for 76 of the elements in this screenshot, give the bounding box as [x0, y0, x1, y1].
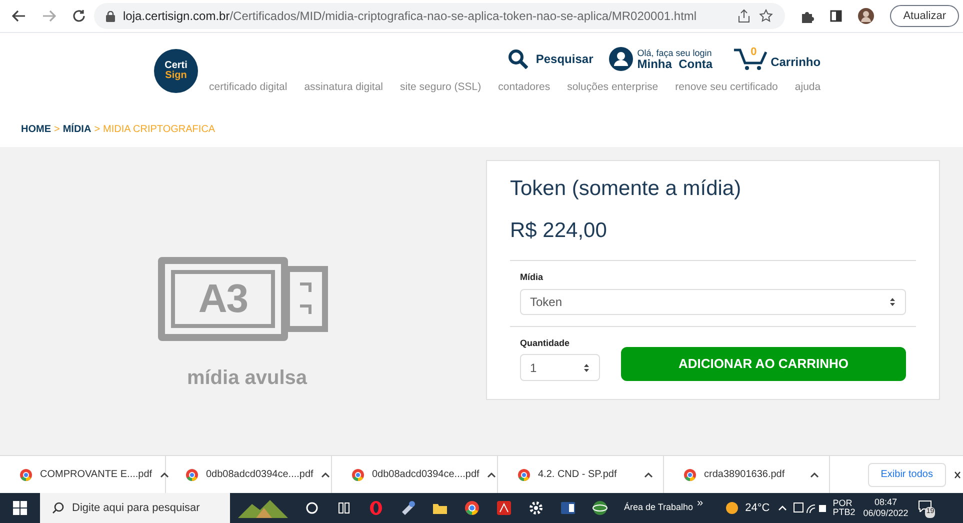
cortana-icon[interactable]: [304, 500, 320, 516]
download-file[interactable]: COMPROVANTE E....pdf: [40, 467, 152, 482]
media-select[interactable]: Token: [520, 288, 906, 314]
field-label: Quantidade: [520, 336, 571, 350]
sort-arrows-icon: [583, 362, 590, 372]
breadcrumb-separator: >: [94, 123, 100, 137]
field-label: Mídia: [520, 271, 544, 284]
search-icon: [508, 49, 528, 69]
back-icon[interactable]: [12, 9, 26, 23]
download-file[interactable]: crda38901636.pdf: [704, 467, 802, 482]
nav-link[interactable]: contadores: [498, 80, 550, 96]
overflow-chevron[interactable]: »: [697, 494, 704, 512]
logo: Certi Sign: [154, 49, 198, 93]
chrome-icon: [684, 468, 696, 480]
product-price: R$ 224,00: [510, 218, 608, 244]
word-icon[interactable]: [560, 500, 576, 516]
nav-link[interactable]: soluções enterprise: [567, 80, 658, 96]
chevron-up-icon[interactable]: [160, 472, 170, 478]
image-caption: mídia avulsa: [186, 366, 308, 391]
chrome-icon: [20, 468, 32, 480]
close-icon[interactable]: [954, 470, 961, 478]
nav-link[interactable]: renove seu certificado: [675, 80, 778, 96]
chrome-icon: [518, 468, 530, 480]
opera-icon[interactable]: [368, 500, 384, 516]
reload-icon[interactable]: [72, 9, 86, 23]
notification-icon: [918, 500, 932, 512]
nav-link[interactable]: site seguro (SSL): [400, 80, 482, 96]
windows-start-icon[interactable]: [13, 501, 27, 515]
chevron-up-icon[interactable]: [810, 472, 819, 478]
globe-icon[interactable]: [592, 500, 608, 516]
clock[interactable]: 08:47 06/09/2022: [863, 498, 908, 518]
download-file[interactable]: 4.2. CND - SP.pdf: [538, 467, 636, 482]
add-to-cart-button[interactable]: ADICIONAR AO CARRINHO: [621, 347, 906, 381]
breadcrumb-link[interactable]: HOME: [21, 122, 51, 137]
nav-link[interactable]: assinatura digital: [304, 80, 384, 96]
chrome-icon: [186, 468, 198, 480]
update-button[interactable]: Atualizar: [890, 5, 959, 27]
user-icon: [609, 47, 634, 71]
chevron-up-icon[interactable]: [487, 472, 496, 478]
puzzle-icon[interactable]: [801, 10, 814, 22]
nav-link[interactable]: ajuda: [794, 80, 821, 96]
avatar-icon[interactable]: [858, 8, 874, 24]
star-icon[interactable]: [759, 9, 774, 23]
weather-sun-icon[interactable]: [725, 501, 740, 515]
product-title: Token (somente a mídia): [510, 176, 742, 202]
taskbar-search-field[interactable]: Digite aqui para pesquisar: [40, 493, 230, 523]
search-link[interactable]: Pesquisar: [508, 49, 594, 69]
cart-count: 0: [750, 45, 757, 60]
pdf-reader-icon[interactable]: [496, 500, 512, 516]
temperature: 24°C: [745, 500, 770, 516]
sort-arrows-icon: [889, 296, 896, 306]
chevron-up-icon[interactable]: [321, 472, 330, 478]
cart-link[interactable]: 0 Carrinho: [732, 47, 821, 71]
download-file[interactable]: 0db08adcd0394ce....pdf: [372, 467, 480, 482]
usb-token-drawing: A3: [158, 257, 328, 341]
search-icon: [52, 502, 64, 514]
download-file[interactable]: 0db08adcd0394ce....pdf: [206, 467, 314, 482]
address-bar[interactable]: loja.certisign.com.br/Certificados/MID/midia-criptografica-nao-se-aplica-token-nao-se-aplica/MR020001.html: [94, 3, 786, 29]
chevron-up-icon[interactable]: [644, 472, 653, 478]
chrome-icon: [352, 468, 364, 480]
brush-icon[interactable]: [400, 500, 416, 516]
quantity-select[interactable]: 1: [520, 354, 600, 381]
show-all-button[interactable]: Exibir todos: [868, 462, 946, 486]
share-icon[interactable]: [737, 9, 752, 23]
cart-icon: [732, 47, 767, 71]
sidebar-icon[interactable]: [830, 10, 842, 22]
breadcrumb-link[interactable]: MÍDIA: [62, 122, 92, 137]
breadcrumb-separator: >: [54, 123, 60, 137]
account-link[interactable]: Olá, faça seu login Minha Conta: [609, 47, 713, 71]
nav-link[interactable]: certificado digital: [209, 80, 288, 96]
gear-icon[interactable]: [528, 500, 544, 516]
language-indicator[interactable]: POR PTB2: [832, 499, 856, 517]
desktop-toolbar[interactable]: Área de Trabalho: [624, 501, 694, 515]
lock-icon: [106, 10, 115, 22]
chrome-icon[interactable]: [464, 500, 480, 516]
task-view-icon[interactable]: [336, 500, 352, 516]
